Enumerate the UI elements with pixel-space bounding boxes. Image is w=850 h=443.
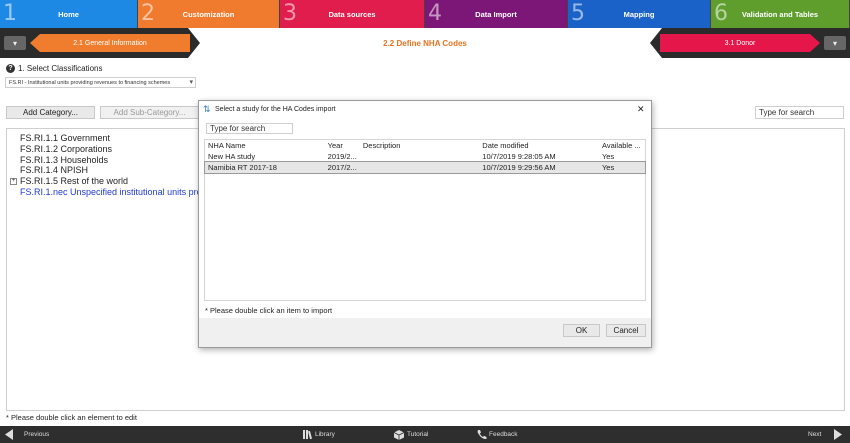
column-header-description[interactable]: Description: [359, 140, 480, 151]
bottom-nav-bar: Previous Library Tutorial Feedback Next: [0, 426, 850, 443]
tree-search-input[interactable]: Type for search: [755, 106, 844, 119]
step-tab-customization[interactable]: 2 Customization: [138, 0, 280, 28]
tree-item[interactable]: FS.RI.1.4 NPISH: [10, 165, 206, 176]
tree-item[interactable]: FS.RI.1.3 Households: [10, 155, 206, 166]
cell-available: Yes: [601, 163, 615, 172]
expand-icon[interactable]: +: [10, 178, 17, 186]
box-icon: [393, 430, 405, 440]
tree-item-label: FS.RI.1.5 Rest of the world: [20, 176, 129, 187]
cell-description: [360, 162, 479, 173]
tree-item-label: FS.RI.1.nec Unspecified institutional un…: [20, 186, 207, 197]
step-number: 6: [714, 1, 728, 26]
help-icon[interactable]: ?: [6, 64, 15, 73]
add-subcategory-button[interactable]: Add Sub-Category...: [100, 106, 199, 119]
cell-nha-name: Namibia RT 2017-18: [208, 163, 277, 172]
tree-item[interactable]: + FS.RI.1.5 Rest of the world: [10, 176, 206, 187]
tree-item-label: FS.RI.1.2 Corporations: [20, 143, 113, 154]
column-header-nha-name[interactable]: NHA Name: [205, 140, 325, 151]
dialog-search-input[interactable]: Type for search: [206, 123, 293, 134]
cancel-button[interactable]: Cancel: [606, 324, 646, 337]
tutorial-label: Tutorial: [407, 431, 429, 438]
step-number: 1: [3, 1, 17, 26]
substep-next[interactable]: 3.1 Donor: [660, 34, 820, 52]
import-study-dialog: ⇅ Select a study for the HA Codes import…: [198, 100, 652, 348]
cell-available: Yes: [601, 152, 615, 161]
substep-prev-arrow-icon[interactable]: ▾: [4, 36, 26, 50]
library-icon: [303, 430, 313, 440]
substep-next-arrow-icon[interactable]: ▾: [824, 36, 846, 50]
next-label: Next: [808, 431, 822, 438]
ok-button[interactable]: OK: [563, 324, 600, 337]
arrow-left-icon: [5, 429, 13, 440]
step-tab-mapping[interactable]: 5 Mapping: [568, 0, 711, 28]
tutorial-button[interactable]: Tutorial: [393, 426, 428, 443]
substep-current: 2.2 Define NHA Codes: [383, 38, 467, 48]
step-number: 2: [141, 1, 155, 26]
feedback-button[interactable]: Feedback: [476, 426, 518, 443]
tree-item-label: FS.RI.1.1 Government: [20, 133, 111, 143]
feedback-label: Feedback: [489, 431, 518, 438]
tree-item[interactable]: FS.RI.1.2 Corporations: [10, 144, 206, 155]
add-category-button[interactable]: Add Category...: [6, 106, 95, 119]
step-tab-data-sources[interactable]: 3 Data sources: [280, 0, 425, 28]
table-row-selected[interactable]: Namibia RT 2017-18 2017/2... 10/7/2019 9…: [204, 161, 646, 174]
tree-item-label: FS.RI.1.3 Households: [20, 154, 109, 165]
previous-button[interactable]: Previous: [4, 426, 49, 443]
step-tabs: 1 Home 2 Customization 3 Data sources 4 …: [0, 0, 850, 28]
step-tab-validation[interactable]: 6 Validation and Tables: [711, 0, 850, 28]
step-label: Validation and Tables: [741, 9, 819, 19]
step-label: Home: [58, 9, 79, 19]
select-classifications-label: 1. Select Classifications: [18, 64, 103, 73]
cell-description: [360, 151, 479, 162]
step-tab-home[interactable]: 1 Home: [0, 0, 138, 28]
study-table: NHA Name Year Description Date modified …: [204, 140, 646, 174]
tree-item[interactable]: FS.RI.1.nec Unspecified institutional un…: [10, 187, 206, 198]
phone-icon: [477, 430, 487, 440]
step-number: 4: [428, 1, 442, 26]
cell-year: 2019/2...: [327, 152, 357, 161]
cell-date-modified: 10/7/2019 9:28:05 AM: [482, 152, 556, 161]
app-icon: ⇅: [203, 104, 211, 114]
import-hint: * Please double click an item to import: [205, 306, 333, 315]
step-tab-data-import[interactable]: 4 Data Import: [425, 0, 568, 28]
dialog-titlebar: ⇅ Select a study for the HA Codes import…: [199, 101, 651, 119]
chevron-down-icon: ▾: [189, 79, 193, 86]
table-row[interactable]: New HA study 2019/2... 10/7/2019 9:28:05…: [205, 151, 645, 162]
study-list: NHA Name Year Description Date modified …: [204, 139, 646, 301]
column-header-year[interactable]: Year: [324, 140, 360, 151]
next-button[interactable]: Next: [808, 426, 843, 443]
arrow-right-icon: [834, 429, 843, 440]
library-label: Library: [315, 431, 335, 438]
step-label: Mapping: [623, 9, 655, 19]
step-number: 3: [283, 1, 297, 26]
tree-item-label: FS.RI.1.4 NPISH: [20, 165, 89, 176]
step-number: 5: [571, 1, 585, 26]
close-icon[interactable]: ✕: [637, 104, 645, 115]
tree-item[interactable]: FS.RI.1.1 Government: [10, 133, 206, 144]
library-button[interactable]: Library: [302, 426, 335, 443]
cell-year: 2017/2...: [327, 163, 357, 172]
cell-nha-name: New HA study: [208, 152, 256, 161]
step-label: Data sources: [328, 9, 376, 19]
column-header-available[interactable]: Available ...: [598, 140, 645, 151]
classification-select[interactable]: FS.RI - Institutional units providing re…: [5, 77, 196, 88]
dialog-title: Select a study for the HA Codes import: [215, 106, 336, 113]
substep-prev[interactable]: 2.1 General Information: [30, 34, 190, 52]
step-label: Data Import: [475, 9, 517, 19]
column-header-date-modified[interactable]: Date modified: [479, 140, 599, 151]
previous-label: Previous: [24, 431, 50, 438]
cell-date-modified: 10/7/2019 9:29:56 AM: [482, 163, 556, 172]
step-label: Customization: [182, 9, 235, 19]
tree-list: FS.RI.1.1 Government FS.RI.1.2 Corporatio…: [10, 133, 206, 198]
table-header-row: NHA Name Year Description Date modified …: [205, 140, 645, 151]
classification-select-value: FS.RI - Institutional units providing re…: [9, 79, 171, 86]
edit-hint: * Please double click an element to edit: [6, 413, 137, 422]
